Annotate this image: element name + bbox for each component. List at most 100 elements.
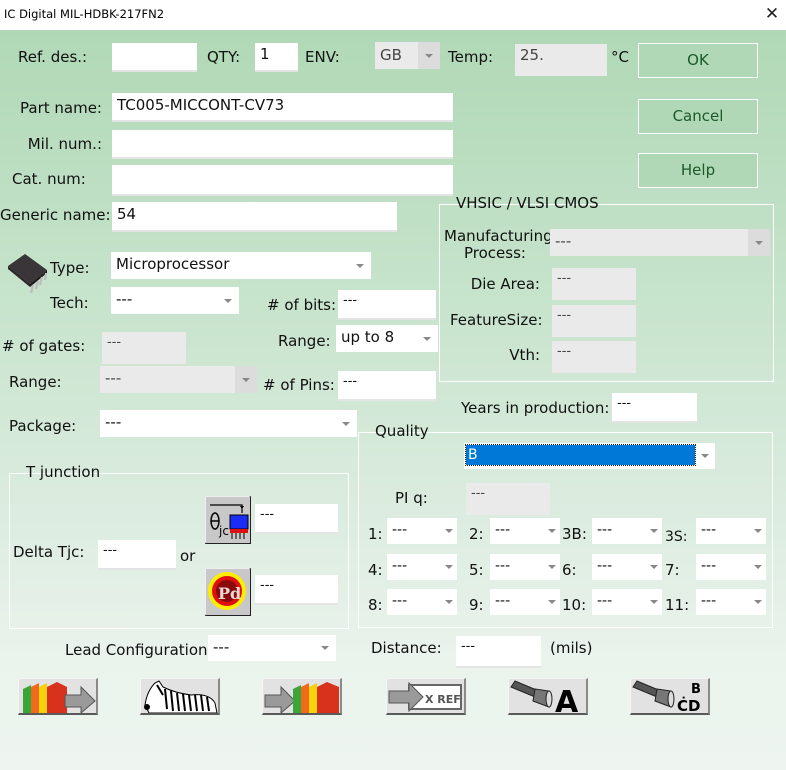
chevron-down-icon	[754, 565, 762, 569]
die-area-input[interactable]: ---	[552, 268, 636, 300]
chevron-down-icon	[548, 529, 556, 533]
distance-label: Distance:	[371, 639, 442, 657]
mfg-process-value: ---	[555, 232, 572, 250]
books-import-button[interactable]	[262, 678, 342, 715]
quality-factor-select[interactable]: ---	[592, 589, 662, 615]
package-value: ---	[105, 413, 122, 431]
quality-factor-select[interactable]: ---	[696, 589, 766, 615]
cancel-button[interactable]: Cancel	[638, 99, 758, 134]
type-select[interactable]: Microprocessor	[111, 252, 371, 279]
quality-factor-value: ---	[495, 593, 511, 609]
cat-num-input[interactable]	[112, 165, 453, 196]
ok-button[interactable]: OK	[638, 43, 758, 78]
feature-size-input[interactable]: ---	[552, 305, 636, 337]
chevron-down-icon	[445, 565, 453, 569]
range-gates-select[interactable]: ---	[100, 366, 257, 393]
vth-input[interactable]: ---	[552, 341, 636, 373]
quality-factor-label: 4:	[368, 561, 383, 579]
package-select[interactable]: ---	[100, 410, 357, 437]
package-label: Package:	[9, 417, 77, 435]
quality-factor-label: 1:	[368, 525, 383, 543]
quality-factor-label: 9:	[469, 596, 484, 614]
chevron-down-icon	[217, 287, 239, 314]
chevron-down-icon	[650, 529, 658, 533]
quality-factor-label: 5:	[469, 561, 484, 579]
chevron-down-icon	[548, 565, 556, 569]
quality-value: B	[465, 444, 696, 466]
temp-unit-label: °C	[611, 48, 629, 66]
vth-label: Vth:	[509, 346, 540, 364]
env-select[interactable]: GB	[375, 42, 440, 69]
mfg-process-label: Manufacturing Process:	[444, 228, 553, 262]
quality-factor-value: ---	[392, 558, 408, 574]
quality-factor-value: ---	[701, 593, 717, 609]
flashlight-bcd-icon: B ĊD	[632, 680, 701, 713]
quality-factor-select[interactable]: ---	[490, 518, 560, 544]
gates-label: # of gates:	[2, 337, 86, 355]
pd-input[interactable]: ---	[255, 575, 338, 605]
power-dissipation-icon[interactable]: Pd	[205, 568, 251, 616]
quality-factor-select[interactable]: ---	[387, 554, 457, 580]
chevron-down-icon	[418, 42, 440, 69]
quality-factor-label: 11:	[665, 596, 690, 614]
lead-config-label: Lead Configuration:	[65, 641, 213, 659]
years-label: Years in production:	[461, 399, 610, 417]
quality-factor-value: ---	[701, 558, 717, 574]
chevron-down-icon	[445, 529, 453, 533]
quality-factor-label: 6:	[562, 561, 577, 579]
chevron-down-icon	[416, 325, 438, 352]
bits-input[interactable]: ---	[338, 290, 436, 320]
delta-tjc-input[interactable]: ---	[98, 540, 176, 570]
help-button[interactable]: Help	[638, 153, 758, 188]
flashlight-bcd-button[interactable]: B ĊD	[630, 678, 710, 715]
theta-jc-input[interactable]: ---	[255, 504, 338, 534]
gates-input[interactable]: ---	[102, 332, 186, 364]
quality-factor-select[interactable]: ---	[387, 518, 457, 544]
delta-tjc-label: Delta Tjc:	[13, 543, 85, 561]
lead-config-select[interactable]: ---	[208, 635, 336, 661]
chevron-down-icon	[235, 366, 257, 393]
svg-text:A: A	[555, 685, 579, 713]
quality-factor-select[interactable]: ---	[696, 554, 766, 580]
quality-factor-select[interactable]: ---	[592, 554, 662, 580]
years-input[interactable]: ---	[612, 393, 697, 423]
zebra-button[interactable]	[140, 678, 220, 715]
close-icon[interactable]: ✕	[760, 3, 784, 27]
quality-factor-select[interactable]: ---	[490, 589, 560, 615]
distance-unit-label: (mils)	[550, 639, 593, 657]
qty-input[interactable]: 1	[255, 43, 298, 72]
quality-select[interactable]: B	[464, 443, 715, 469]
quality-factor-value: ---	[495, 558, 511, 574]
env-value: GB	[380, 46, 402, 64]
mfg-label-line2: Process:	[464, 244, 526, 262]
pi-q-input[interactable]: ---	[466, 483, 550, 515]
cross-reference-button[interactable]: X REF	[386, 678, 466, 715]
range-bits-select[interactable]: up to 8	[336, 325, 438, 352]
theta-jc-icon[interactable]: jc	[205, 496, 251, 544]
flashlight-a-button[interactable]: A	[508, 678, 588, 715]
distance-input[interactable]: ---	[456, 636, 541, 668]
quality-factor-select[interactable]: ---	[387, 589, 457, 615]
pins-input[interactable]: ---	[338, 371, 436, 401]
tech-label: Tech:	[50, 294, 89, 312]
cat-num-label: Cat. num:	[12, 170, 86, 188]
mil-num-input[interactable]	[112, 130, 453, 159]
pi-q-label: PI q:	[395, 489, 428, 507]
quality-factor-select[interactable]: ---	[490, 554, 560, 580]
quality-factor-label: 8:	[368, 596, 383, 614]
part-name-input[interactable]: TC005-MICCONT-CV73	[112, 93, 453, 122]
generic-name-input[interactable]: 54	[112, 202, 397, 232]
quality-factor-label: 2:	[469, 525, 484, 543]
part-name-label: Part name:	[20, 99, 102, 117]
ref-des-input[interactable]	[112, 43, 197, 72]
tech-select[interactable]: ---	[111, 287, 239, 314]
title-bar: IC Digital MIL-HDBK-217FN2 ✕	[0, 0, 786, 30]
temp-input[interactable]: 25.	[515, 44, 607, 76]
lead-config-value: ---	[213, 638, 230, 656]
books-export-button[interactable]	[18, 678, 98, 715]
mfg-process-select[interactable]: ---	[550, 229, 770, 256]
chevron-down-icon	[335, 410, 357, 437]
quality-factor-select[interactable]: ---	[696, 518, 766, 544]
quality-factor-value: ---	[495, 522, 511, 538]
quality-factor-select[interactable]: ---	[592, 518, 662, 544]
